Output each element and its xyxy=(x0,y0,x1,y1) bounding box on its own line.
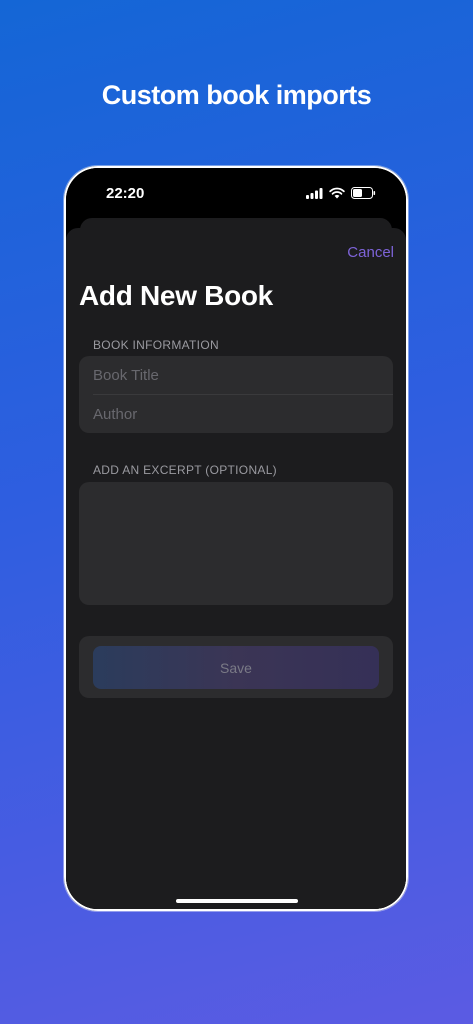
page-title: Add New Book xyxy=(79,280,273,311)
phone-screen: 22:20 Cancel Add New Book BOOK INFORMATI… xyxy=(66,168,406,909)
wifi-icon xyxy=(329,187,345,199)
home-indicator[interactable] xyxy=(176,899,298,903)
status-bar: 22:20 xyxy=(66,168,406,220)
book-information-header: BOOK INFORMATION xyxy=(93,338,219,352)
author-field[interactable]: Author xyxy=(79,395,393,433)
battery-icon xyxy=(351,187,376,199)
excerpt-textarea[interactable] xyxy=(79,482,393,605)
cancel-button[interactable]: Cancel xyxy=(347,244,394,261)
status-icons xyxy=(306,187,376,199)
status-time: 22:20 xyxy=(106,185,145,202)
phone-frame: 22:20 Cancel Add New Book BOOK INFORMATI… xyxy=(64,166,408,911)
book-information-group: Book Title Author xyxy=(79,356,393,433)
book-title-field[interactable]: Book Title xyxy=(79,356,393,394)
signal-icon xyxy=(306,187,323,199)
headline: Custom book imports xyxy=(101,80,372,110)
save-section: Save xyxy=(79,636,393,698)
add-book-sheet: Cancel Add New Book BOOK INFORMATION Boo… xyxy=(66,228,406,909)
excerpt-header: ADD AN EXCERPT (OPTIONAL) xyxy=(93,463,277,477)
save-button[interactable]: Save xyxy=(93,646,379,689)
